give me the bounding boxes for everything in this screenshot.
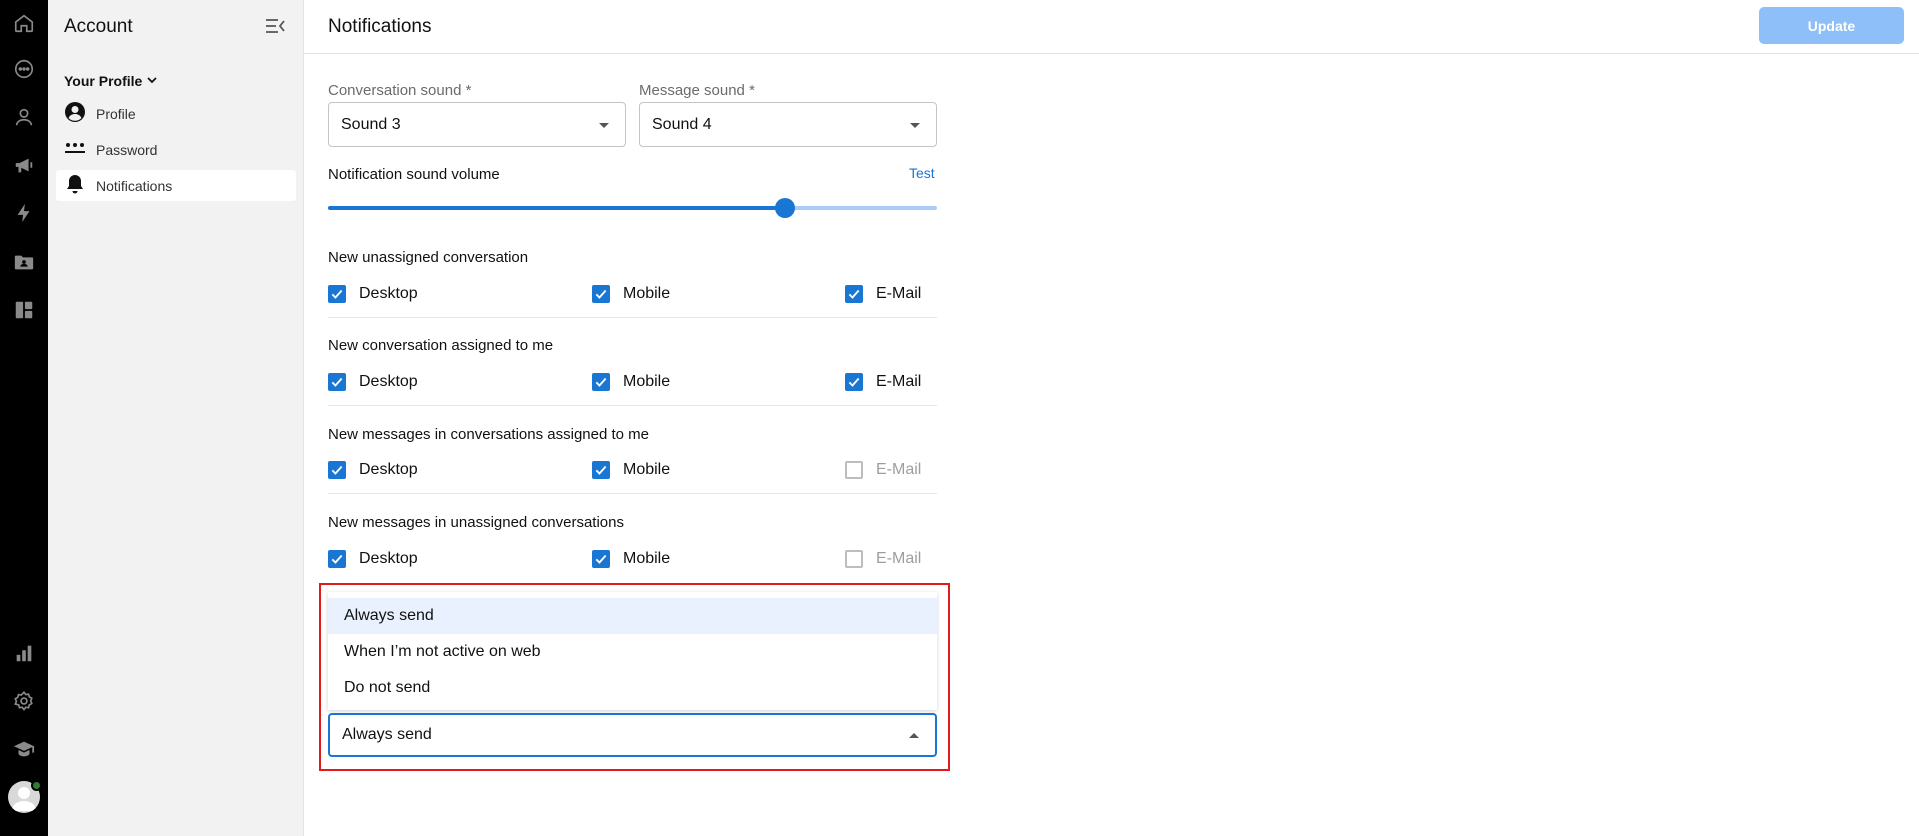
checkbox-unchecked-icon[interactable] — [845, 550, 863, 568]
email-checkbox-row[interactable]: E-Mail — [845, 373, 921, 391]
menu-item-not-active[interactable]: When I’m not active on web — [328, 634, 937, 670]
email-mode-menu: Always send When I’m not active on web D… — [328, 592, 937, 710]
message-sound-select[interactable]: Sound 4 — [639, 102, 937, 147]
group-title: New conversation assigned to me — [328, 337, 554, 354]
checkbox-label: Desktop — [359, 550, 418, 567]
conversation-sound-select[interactable]: Sound 3 — [328, 102, 626, 147]
bolt-icon[interactable] — [12, 201, 36, 225]
mobile-checkbox-row[interactable]: Mobile — [592, 550, 670, 568]
mobile-checkbox-row[interactable]: Mobile — [592, 285, 670, 303]
chat-icon[interactable] — [12, 57, 36, 81]
megaphone-icon[interactable] — [12, 153, 36, 177]
desktop-checkbox-row[interactable]: Desktop — [328, 285, 418, 303]
page-title: Notifications — [328, 16, 432, 37]
checkbox-checked-icon[interactable] — [592, 461, 610, 479]
divider — [328, 317, 937, 318]
volume-slider[interactable] — [328, 198, 937, 218]
left-rail — [0, 0, 48, 836]
online-status-dot — [31, 780, 42, 791]
checkbox-checked-icon[interactable] — [328, 373, 346, 391]
checkbox-checked-icon[interactable] — [328, 461, 346, 479]
profile-icon — [64, 101, 86, 126]
divider — [328, 405, 937, 406]
volume-label: Notification sound volume — [328, 166, 500, 183]
sidebar-title: Account — [64, 16, 133, 37]
checkbox-label: Desktop — [359, 373, 418, 390]
checkbox-checked-icon[interactable] — [592, 550, 610, 568]
checkbox-checked-icon[interactable] — [328, 285, 346, 303]
checkbox-unchecked-icon[interactable] — [845, 461, 863, 479]
checkbox-checked-icon[interactable] — [845, 373, 863, 391]
conversation-sound-label: Conversation sound * — [328, 82, 472, 99]
caret-down-icon — [910, 123, 920, 128]
checkbox-label: Mobile — [623, 285, 671, 302]
checkbox-label: Mobile — [623, 373, 671, 390]
checkbox-label: E-Mail — [876, 461, 922, 478]
caret-up-icon — [909, 733, 919, 738]
checkbox-label: Mobile — [623, 550, 671, 567]
checkbox-label: E-Mail — [876, 373, 922, 390]
email-mode-value: Always send — [342, 726, 432, 743]
divider — [328, 493, 937, 494]
your-profile-toggle[interactable]: Your Profile — [64, 73, 158, 89]
dashboard-icon[interactable] — [12, 298, 36, 322]
desktop-checkbox-row[interactable]: Desktop — [328, 550, 418, 568]
sidebar-item-password[interactable]: Password — [56, 134, 296, 165]
sidebar-item-notifications[interactable]: Notifications — [56, 170, 296, 201]
home-icon[interactable] — [12, 11, 36, 35]
message-sound-value: Sound 4 — [652, 115, 712, 133]
account-sidebar: Account Your Profile Profile Password No… — [48, 0, 304, 836]
email-mode-select[interactable]: Always send — [328, 713, 937, 757]
checkbox-label: E-Mail — [876, 550, 922, 567]
mobile-checkbox-row[interactable]: Mobile — [592, 461, 670, 479]
update-button[interactable]: Update — [1759, 7, 1904, 44]
desktop-checkbox-row[interactable]: Desktop — [328, 461, 418, 479]
checkbox-label: Mobile — [623, 461, 671, 478]
password-icon — [64, 137, 86, 162]
bell-icon — [64, 173, 86, 198]
settings-icon[interactable] — [12, 689, 36, 713]
message-sound-label: Message sound * — [639, 82, 755, 99]
chevron-down-icon — [146, 73, 158, 89]
collapse-sidebar-icon[interactable] — [264, 16, 286, 36]
contacts-icon[interactable] — [12, 105, 36, 129]
menu-item-always-send[interactable]: Always send — [328, 598, 937, 634]
checkbox-label: Desktop — [359, 461, 418, 478]
academy-icon[interactable] — [12, 737, 36, 761]
conversation-sound-value: Sound 3 — [341, 115, 401, 133]
folder-icon[interactable] — [12, 250, 36, 274]
checkbox-checked-icon[interactable] — [592, 373, 610, 391]
checkbox-checked-icon[interactable] — [845, 285, 863, 303]
slider-track — [328, 206, 785, 210]
sidebar-item-profile[interactable]: Profile — [56, 98, 296, 129]
menu-item-do-not-send[interactable]: Do not send — [328, 670, 937, 706]
slider-thumb[interactable] — [774, 198, 795, 218]
reports-icon[interactable] — [12, 641, 36, 665]
group-title: New messages in unassigned conversations — [328, 514, 624, 531]
section-label: Your Profile — [64, 73, 143, 89]
checkbox-label: E-Mail — [876, 285, 922, 302]
checkbox-label: Desktop — [359, 285, 418, 302]
desktop-checkbox-row[interactable]: Desktop — [328, 373, 418, 391]
email-checkbox-row[interactable]: E-Mail — [845, 461, 921, 479]
group-title: New unassigned conversation — [328, 249, 529, 266]
mobile-checkbox-row[interactable]: Mobile — [592, 373, 670, 391]
caret-down-icon — [599, 123, 609, 128]
sidebar-item-label: Profile — [96, 105, 136, 122]
checkbox-checked-icon[interactable] — [592, 285, 610, 303]
email-checkbox-row[interactable]: E-Mail — [845, 285, 921, 303]
page-header: Notifications Update — [304, 0, 1919, 54]
checkbox-checked-icon[interactable] — [328, 550, 346, 568]
test-sound-link[interactable]: Test — [909, 165, 935, 181]
email-checkbox-row[interactable]: E-Mail — [845, 550, 921, 568]
sidebar-item-label: Password — [96, 141, 158, 158]
group-title: New messages in conversations assigned t… — [328, 426, 649, 443]
sidebar-item-label: Notifications — [96, 177, 173, 194]
